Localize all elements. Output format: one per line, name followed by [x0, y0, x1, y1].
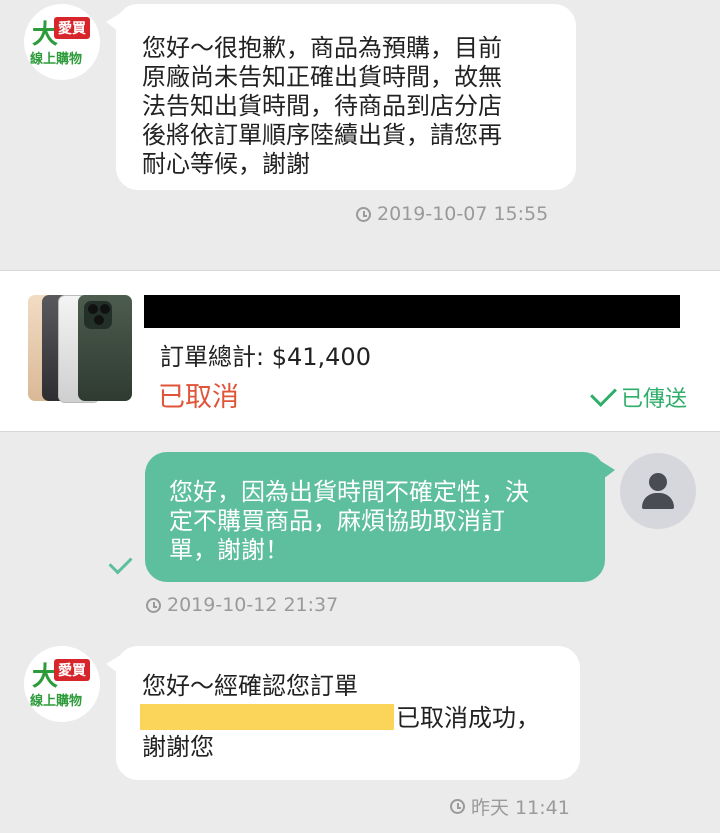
sent-status: 已傳送 [590, 379, 688, 413]
clock-icon [356, 206, 371, 222]
message-timestamp: 昨天 11:41 [450, 793, 570, 820]
shop-avatar[interactable]: 大 愛買 線上購物 [24, 646, 100, 722]
message-timestamp: 2019-10-07 15:55 [356, 203, 548, 225]
message-text: 您好，因為出貨時間不確定性，決 定不購買商品，麻煩協助取消訂 單，謝謝！ [169, 478, 529, 564]
clock-icon [450, 799, 465, 814]
order-card[interactable]: 訂單總計: $41,400 已取消 已傳送 [0, 270, 720, 432]
checkmark-icon [590, 379, 617, 407]
message-bubble-shop-1[interactable]: 您好～很抱歉，商品為預購，目前 原廠尚未告知正確出貨時間，故無 法告知出貨時間，… [106, 4, 576, 190]
shop-logo-tag: 愛買 [54, 659, 90, 681]
sent-label: 已傳送 [621, 387, 688, 412]
order-total: 訂單總計: $41,400 [160, 343, 371, 371]
message-bubble-shop-2[interactable]: 您好～經確認您訂單 已取消成功， 謝謝您 [106, 646, 580, 780]
user-avatar[interactable] [620, 453, 696, 529]
bubble-tail [106, 12, 122, 34]
product-thumbnail [28, 295, 132, 403]
timestamp-text: 2019-10-12 21:37 [167, 594, 339, 616]
message-text-line3: 謝謝您 [142, 733, 214, 761]
shop-logo-subtitle: 線上購物 [30, 52, 83, 67]
message-text-line1: 您好～經確認您訂單 [142, 672, 358, 700]
redacted-product-name [144, 295, 680, 328]
shop-logo-tag: 愛買 [54, 17, 90, 39]
timestamp-text: 2019-10-07 15:55 [377, 203, 549, 225]
order-status: 已取消 [158, 382, 239, 413]
bubble-tail [106, 654, 122, 676]
timestamp-text: 昨天 11:41 [471, 797, 570, 819]
bubble-tail [599, 460, 615, 482]
shop-logo-subtitle: 線上購物 [30, 694, 83, 709]
message-timestamp: 2019-10-12 21:37 [146, 594, 338, 616]
clock-icon [146, 597, 161, 613]
message-text: 您好～很抱歉，商品為預購，目前 原廠尚未告知正確出貨時間，故無 法告知出貨時間，… [142, 34, 502, 178]
shop-avatar[interactable]: 大 愛買 線上購物 [24, 4, 100, 80]
read-checkmark-icon [108, 550, 133, 575]
user-avatar-icon [649, 473, 667, 491]
message-text-line2: 已取消成功， [396, 704, 540, 732]
message-bubble-user[interactable]: 您好，因為出貨時間不確定性，決 定不購買商品，麻煩協助取消訂 單，謝謝！ [145, 452, 615, 582]
redacted-order-number [140, 704, 394, 730]
